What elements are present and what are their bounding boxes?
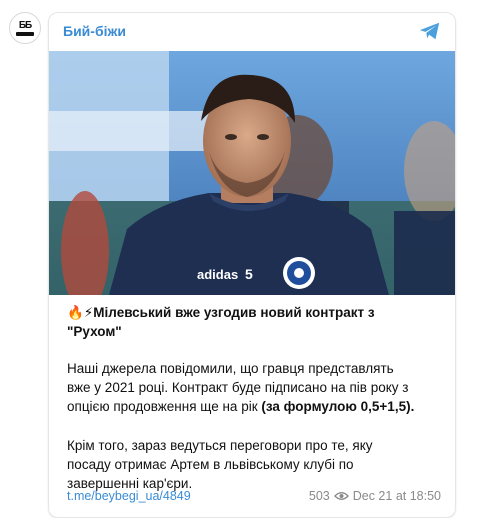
avatar-underline <box>16 31 34 36</box>
title-line2: "Рухом" <box>67 324 122 339</box>
post-card: Бий-біжи adidas 5 🔥⚡Мілевський вже узгод… <box>48 12 456 518</box>
paragraph-1: Наші джерела повідомили, що гравця предс… <box>67 359 447 416</box>
post-header: Бий-біжи <box>49 13 455 49</box>
fire-lightning-emoji: 🔥⚡ <box>67 305 94 320</box>
p1-line1: Наші джерела повідомили, що гравця предс… <box>67 361 394 376</box>
p2-line2: посаду отримає Артем в львівському клубі… <box>67 457 354 472</box>
post-title: 🔥⚡Мілевський вже узгодив новий контракт … <box>67 303 447 341</box>
telegram-icon[interactable] <box>419 21 441 41</box>
avatar-monogram: ББ <box>18 19 32 31</box>
view-count: 503 <box>308 489 330 503</box>
p1-line2: вже у 2021 році. Контракт буде підписано… <box>67 380 409 395</box>
shirt-brand: adidas <box>197 267 238 282</box>
post-footer: t.me/beybegi_ua/4849 503 Dec 21 at 18:50 <box>67 489 441 507</box>
eye-icon <box>333 492 349 500</box>
post-link[interactable]: t.me/beybegi_ua/4849 <box>67 489 191 503</box>
title-line1: Мілевський вже узгодив новий контракт з <box>93 305 375 320</box>
paragraph-2: Крім того, зараз ведуться переговори про… <box>67 436 447 493</box>
p1-line3: опцією продовження ще на рік <box>67 399 262 414</box>
p2-line1: Крім того, зараз ведуться переговори про… <box>67 438 373 453</box>
player-photo-image: adidas 5 <box>49 51 455 295</box>
shirt-number: 5 <box>245 266 253 282</box>
p1-formula: (за формулою 0,5+1,5). <box>261 399 415 414</box>
channel-avatar[interactable]: ББ <box>9 12 41 44</box>
post-meta: 503 Dec 21 at 18:50 <box>309 489 441 503</box>
post-time[interactable]: Dec 21 at 18:50 <box>353 489 441 503</box>
channel-name[interactable]: Бий-біжи <box>63 23 126 39</box>
post-photo[interactable]: adidas 5 <box>49 51 455 295</box>
